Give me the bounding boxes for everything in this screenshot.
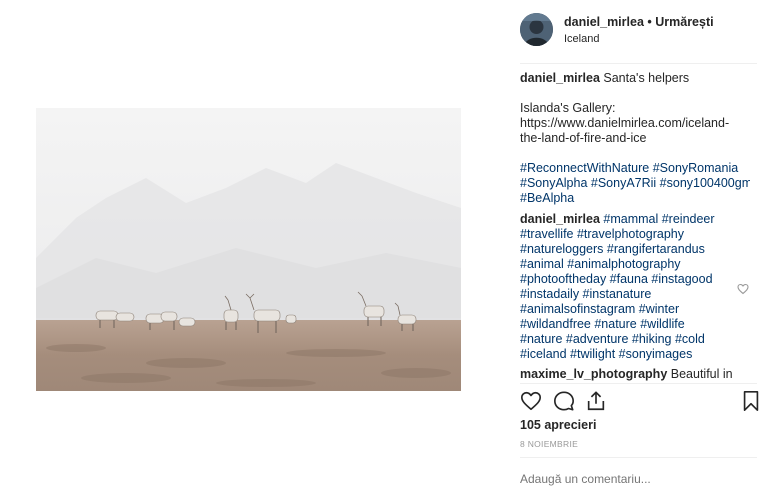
post-photo[interactable] <box>36 108 461 391</box>
comment-hashtags-line[interactable]: #iceland #twilight #sonyimages <box>520 347 750 362</box>
comment-icon[interactable] <box>553 390 575 412</box>
comment-hashtags-line[interactable]: #travellife #travelphotography <box>520 227 750 242</box>
follow-button[interactable]: Urmărești <box>655 15 713 29</box>
caption-hashtags-3[interactable]: #BeAlpha <box>520 191 750 206</box>
comment-hashtags-line[interactable]: #nature #adventure #hiking #cold <box>520 332 750 347</box>
next-comment-text: Beautiful in <box>670 367 733 381</box>
comment-hashtags-line[interactable]: #animal #animalphotography <box>520 257 750 272</box>
comment-hashtags-line[interactable]: #natureloggers #rangifertarandus <box>520 242 750 257</box>
gallery-url-line-1: https://www.danielmirlea.com/iceland- <box>520 116 730 130</box>
small-heart-icon[interactable] <box>737 282 749 295</box>
caption-hashtags-2[interactable]: #SonyAlpha #SonyA7Rii #sony100400gm <box>520 176 750 191</box>
gallery-label: Islanda's Gallery: <box>520 101 616 115</box>
likes-count[interactable]: 105 aprecieri <box>520 418 596 432</box>
caption-text: Santa's helpers <box>603 71 690 85</box>
avatar[interactable] <box>520 13 553 46</box>
avatar-image <box>520 13 553 46</box>
reindeer-photo-image <box>36 108 461 391</box>
next-commenter-username[interactable]: maxime_lv_photography <box>520 367 667 381</box>
bookmark-icon[interactable] <box>740 390 762 412</box>
action-bar <box>520 390 760 414</box>
caption-hashtags-1[interactable]: #ReconnectWithNature #SonyRomania <box>520 161 750 176</box>
post-date: 8 NOIEMBRIE <box>520 439 579 449</box>
input-divider <box>520 457 757 458</box>
comments-divider <box>520 383 757 384</box>
post-sidebar: daniel_mirlea • Urmărești Iceland daniel… <box>497 0 768 500</box>
follow-separator: • <box>643 15 656 29</box>
caption-username[interactable]: daniel_mirlea <box>520 71 600 85</box>
comment-hashtags-first[interactable]: #mammal #reindeer <box>603 212 714 226</box>
comment-input[interactable] <box>520 472 750 486</box>
comment-hashtags-line[interactable]: #animalsofinstagram #winter <box>520 302 750 317</box>
comment-first-line: daniel_mirlea #mammal #reindeer <box>520 212 750 227</box>
header-username[interactable]: daniel_mirlea <box>564 15 644 29</box>
post-header: daniel_mirlea • Urmărești Iceland <box>520 13 757 57</box>
share-icon[interactable] <box>585 390 607 412</box>
comment-username[interactable]: daniel_mirlea <box>520 212 600 226</box>
header-divider <box>520 63 757 64</box>
caption-line: daniel_mirlea Santa's helpers <box>520 71 750 86</box>
heart-icon[interactable] <box>520 390 542 412</box>
next-comment-line: maxime_lv_photography Beautiful in <box>520 367 750 382</box>
comments-list[interactable]: daniel_mirlea Santa's helpers Islanda's … <box>520 71 750 382</box>
comment-hashtags-line[interactable]: #instadaily #instanature <box>520 287 750 302</box>
gallery-url-line-2: the-land-of-fire-and-ice <box>520 131 647 145</box>
location-link[interactable]: Iceland <box>564 33 599 45</box>
media-pane <box>0 0 497 500</box>
comment-hashtags-line[interactable]: #wildandfree #nature #wildlife <box>520 317 750 332</box>
header-username-line: daniel_mirlea • Urmărești <box>564 15 714 29</box>
comment-hashtags-line[interactable]: #photooftheday #fauna #instagood <box>520 272 750 287</box>
